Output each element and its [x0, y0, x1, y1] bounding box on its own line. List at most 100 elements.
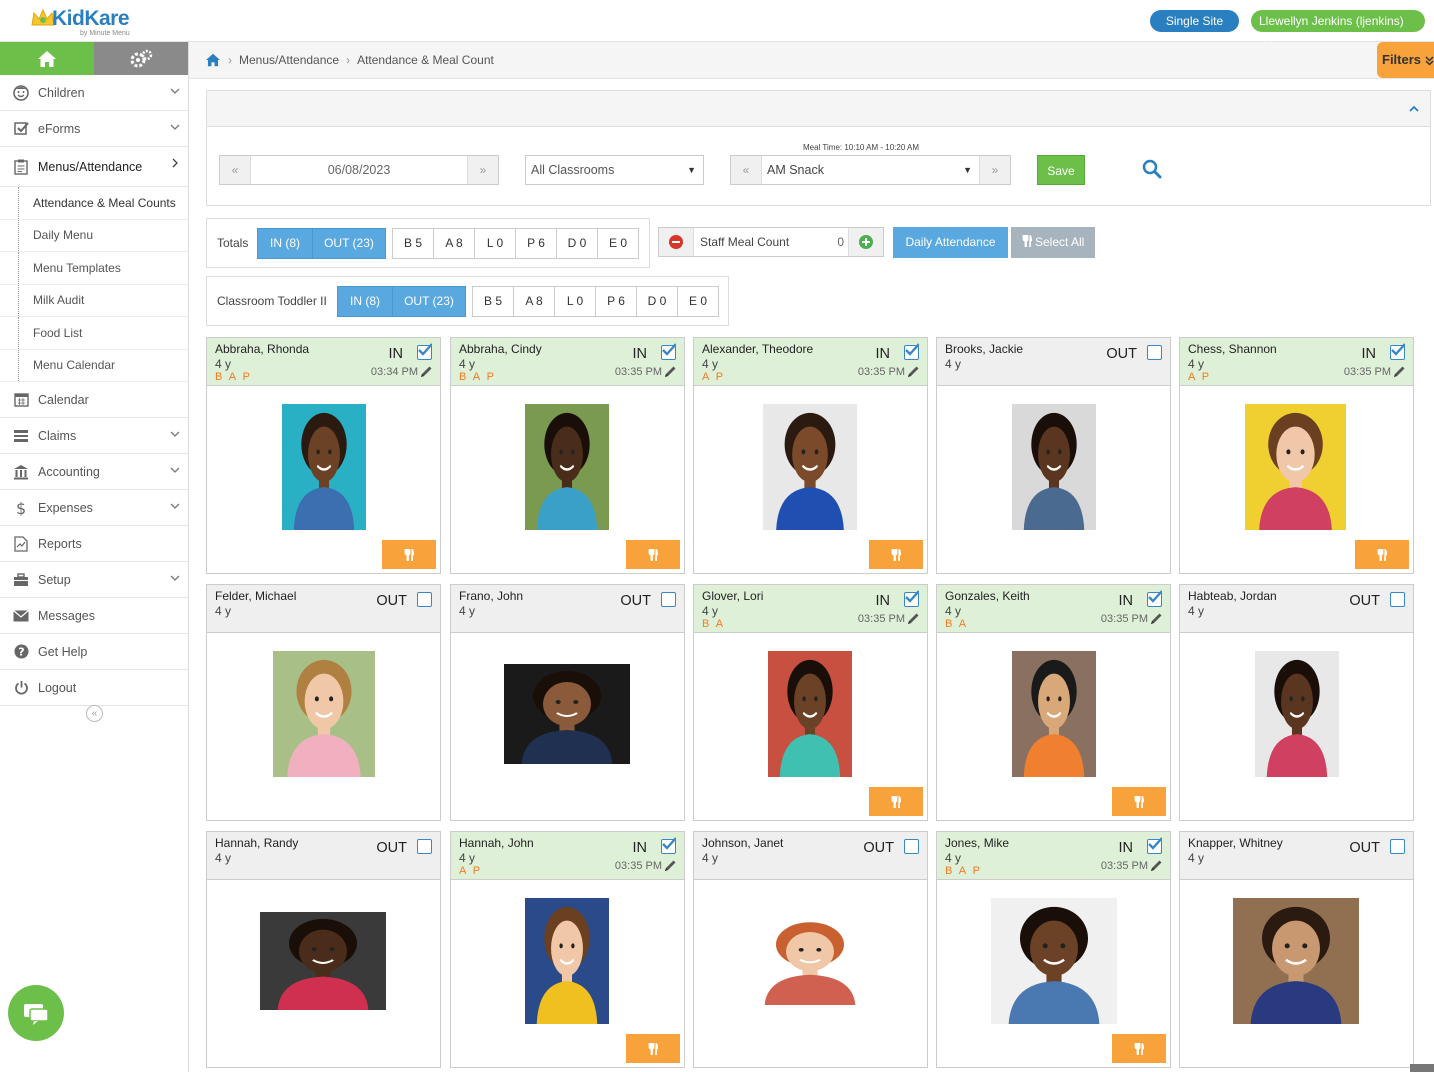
increase-staff-button[interactable] — [849, 228, 883, 256]
attendance-checkbox[interactable] — [1390, 592, 1405, 607]
classroom-out-button[interactable]: OUT (23) — [392, 286, 466, 317]
child-name[interactable]: Gonzales, Keith — [945, 589, 1030, 603]
child-name[interactable]: Habteab, Jordan — [1188, 589, 1277, 603]
meal-entry-button[interactable] — [869, 540, 923, 569]
chevron-up-icon[interactable] — [1408, 103, 1420, 115]
attendance-checkbox[interactable] — [417, 592, 432, 607]
meal-count-a[interactable]: A 8 — [513, 286, 555, 317]
meal-count-l[interactable]: L 0 — [554, 286, 596, 317]
meal-select[interactable]: AM Snack ▼ — [761, 156, 980, 184]
child-photo[interactable] — [504, 664, 630, 764]
attendance-checkbox[interactable] — [904, 839, 919, 854]
home-tab[interactable] — [0, 42, 94, 75]
child-name[interactable]: Jones, Mike — [945, 836, 1009, 850]
date-input[interactable]: 06/08/2023 — [250, 156, 468, 184]
meal-count-b[interactable]: B 5 — [472, 286, 514, 317]
child-name[interactable]: Chess, Shannon — [1188, 342, 1277, 356]
select-all-button[interactable]: Select All — [1011, 227, 1095, 258]
sidebar-item-accounting[interactable]: Accounting — [0, 454, 188, 490]
sidebar-item-menus-attendance[interactable]: Menus/Attendance — [0, 147, 188, 187]
kidkare-logo[interactable]: KidKare by Minute Menu — [30, 5, 150, 37]
child-photo[interactable] — [273, 651, 375, 777]
child-photo[interactable] — [1255, 651, 1339, 777]
save-button[interactable]: Save — [1037, 155, 1085, 185]
child-photo[interactable] — [525, 898, 609, 1024]
meal-count-b[interactable]: B 5 — [392, 228, 434, 259]
previous-meal-button[interactable]: « — [731, 156, 761, 184]
sidebar-item-claims[interactable]: Claims — [0, 418, 188, 454]
attendance-checkbox[interactable] — [1390, 839, 1405, 854]
scrollbar-thumb[interactable] — [1410, 1064, 1434, 1072]
meal-entry-button[interactable] — [626, 540, 680, 569]
edit-pencil-icon[interactable] — [1150, 859, 1163, 872]
meal-entry-button[interactable] — [626, 1034, 680, 1063]
attendance-checkbox[interactable] — [1147, 590, 1162, 607]
meal-count-p[interactable]: P 6 — [515, 228, 557, 259]
attendance-checkbox[interactable] — [1147, 345, 1162, 360]
edit-pencil-icon[interactable] — [664, 859, 677, 872]
child-photo[interactable] — [991, 898, 1117, 1024]
meal-count-p[interactable]: P 6 — [595, 286, 637, 317]
next-date-button[interactable]: » — [468, 156, 498, 184]
single-site-button[interactable]: Single Site — [1150, 10, 1239, 32]
submenu-item-menu-calendar[interactable]: Menu Calendar — [0, 349, 188, 382]
filters-button[interactable]: Filters — [1377, 42, 1434, 78]
submenu-item-menu-templates[interactable]: Menu Templates — [0, 252, 188, 285]
breadcrumb-menus-attendance[interactable]: Menus/Attendance — [239, 53, 339, 67]
totals-out-button[interactable]: OUT (23) — [312, 228, 386, 259]
child-photo[interactable] — [1012, 404, 1096, 530]
edit-pencil-icon[interactable] — [664, 365, 677, 378]
meal-entry-button[interactable] — [869, 787, 923, 816]
sidebar-item-setup[interactable]: Setup — [0, 562, 188, 598]
meal-count-e[interactable]: E 0 — [597, 228, 639, 259]
meal-count-e[interactable]: E 0 — [677, 286, 719, 317]
classroom-select[interactable]: All Classrooms ▼ — [525, 155, 704, 185]
child-photo[interactable] — [525, 404, 609, 530]
meal-count-d[interactable]: D 0 — [556, 228, 598, 259]
child-name[interactable]: Brooks, Jackie — [945, 342, 1023, 356]
attendance-checkbox[interactable] — [904, 343, 919, 360]
child-photo[interactable] — [1012, 651, 1096, 777]
child-photo[interactable] — [763, 404, 857, 530]
sidebar-item-calendar[interactable]: Calendar — [0, 382, 188, 418]
child-name[interactable]: Abbraha, Cindy — [459, 342, 542, 356]
submenu-item-milk-audit[interactable]: Milk Audit — [0, 284, 188, 317]
attendance-checkbox[interactable] — [1147, 837, 1162, 854]
submenu-item-attendance-meal-counts[interactable]: Attendance & Meal Counts — [0, 187, 188, 220]
child-name[interactable]: Glover, Lori — [702, 589, 763, 603]
child-name[interactable]: Hannah, Randy — [215, 836, 298, 850]
child-photo[interactable] — [260, 912, 386, 1010]
child-name[interactable]: Johnson, Janet — [702, 836, 783, 850]
meal-count-l[interactable]: L 0 — [474, 228, 516, 259]
settings-tab[interactable] — [94, 42, 188, 75]
edit-pencil-icon[interactable] — [420, 365, 433, 378]
meal-entry-button[interactable] — [1112, 1034, 1166, 1063]
child-name[interactable]: Frano, John — [459, 589, 523, 603]
child-name[interactable]: Knapper, Whitney — [1188, 836, 1283, 850]
sidebar-item-logout[interactable]: Logout — [0, 670, 188, 706]
edit-pencil-icon[interactable] — [1393, 365, 1406, 378]
meal-count-a[interactable]: A 8 — [433, 228, 475, 259]
user-menu-button[interactable]: Llewellyn Jenkins (ljenkins) — [1251, 10, 1425, 48]
next-meal-button[interactable]: » — [980, 156, 1010, 184]
search-icon[interactable] — [1142, 159, 1162, 179]
chat-button[interactable] — [8, 985, 64, 1041]
sidebar-item-children[interactable]: Children — [0, 75, 188, 111]
submenu-item-food-list[interactable]: Food List — [0, 317, 188, 350]
attendance-checkbox[interactable] — [417, 839, 432, 854]
meal-count-d[interactable]: D 0 — [636, 286, 678, 317]
meal-entry-button[interactable] — [1112, 787, 1166, 816]
sidebar-item-messages[interactable]: Messages — [0, 598, 188, 634]
totals-in-button[interactable]: IN (8) — [257, 228, 313, 259]
sidebar-item-reports[interactable]: Reports — [0, 526, 188, 562]
child-name[interactable]: Alexander, Theodore — [702, 342, 813, 356]
daily-attendance-button[interactable]: Daily Attendance — [893, 227, 1008, 258]
edit-pencil-icon[interactable] — [907, 612, 920, 625]
attendance-checkbox[interactable] — [661, 837, 676, 854]
attendance-checkbox[interactable] — [417, 343, 432, 360]
attendance-checkbox[interactable] — [1390, 343, 1405, 360]
sidebar-collapse-button[interactable]: « — [86, 705, 103, 722]
edit-pencil-icon[interactable] — [1150, 612, 1163, 625]
attendance-checkbox[interactable] — [661, 592, 676, 607]
child-photo[interactable] — [1233, 898, 1359, 1024]
